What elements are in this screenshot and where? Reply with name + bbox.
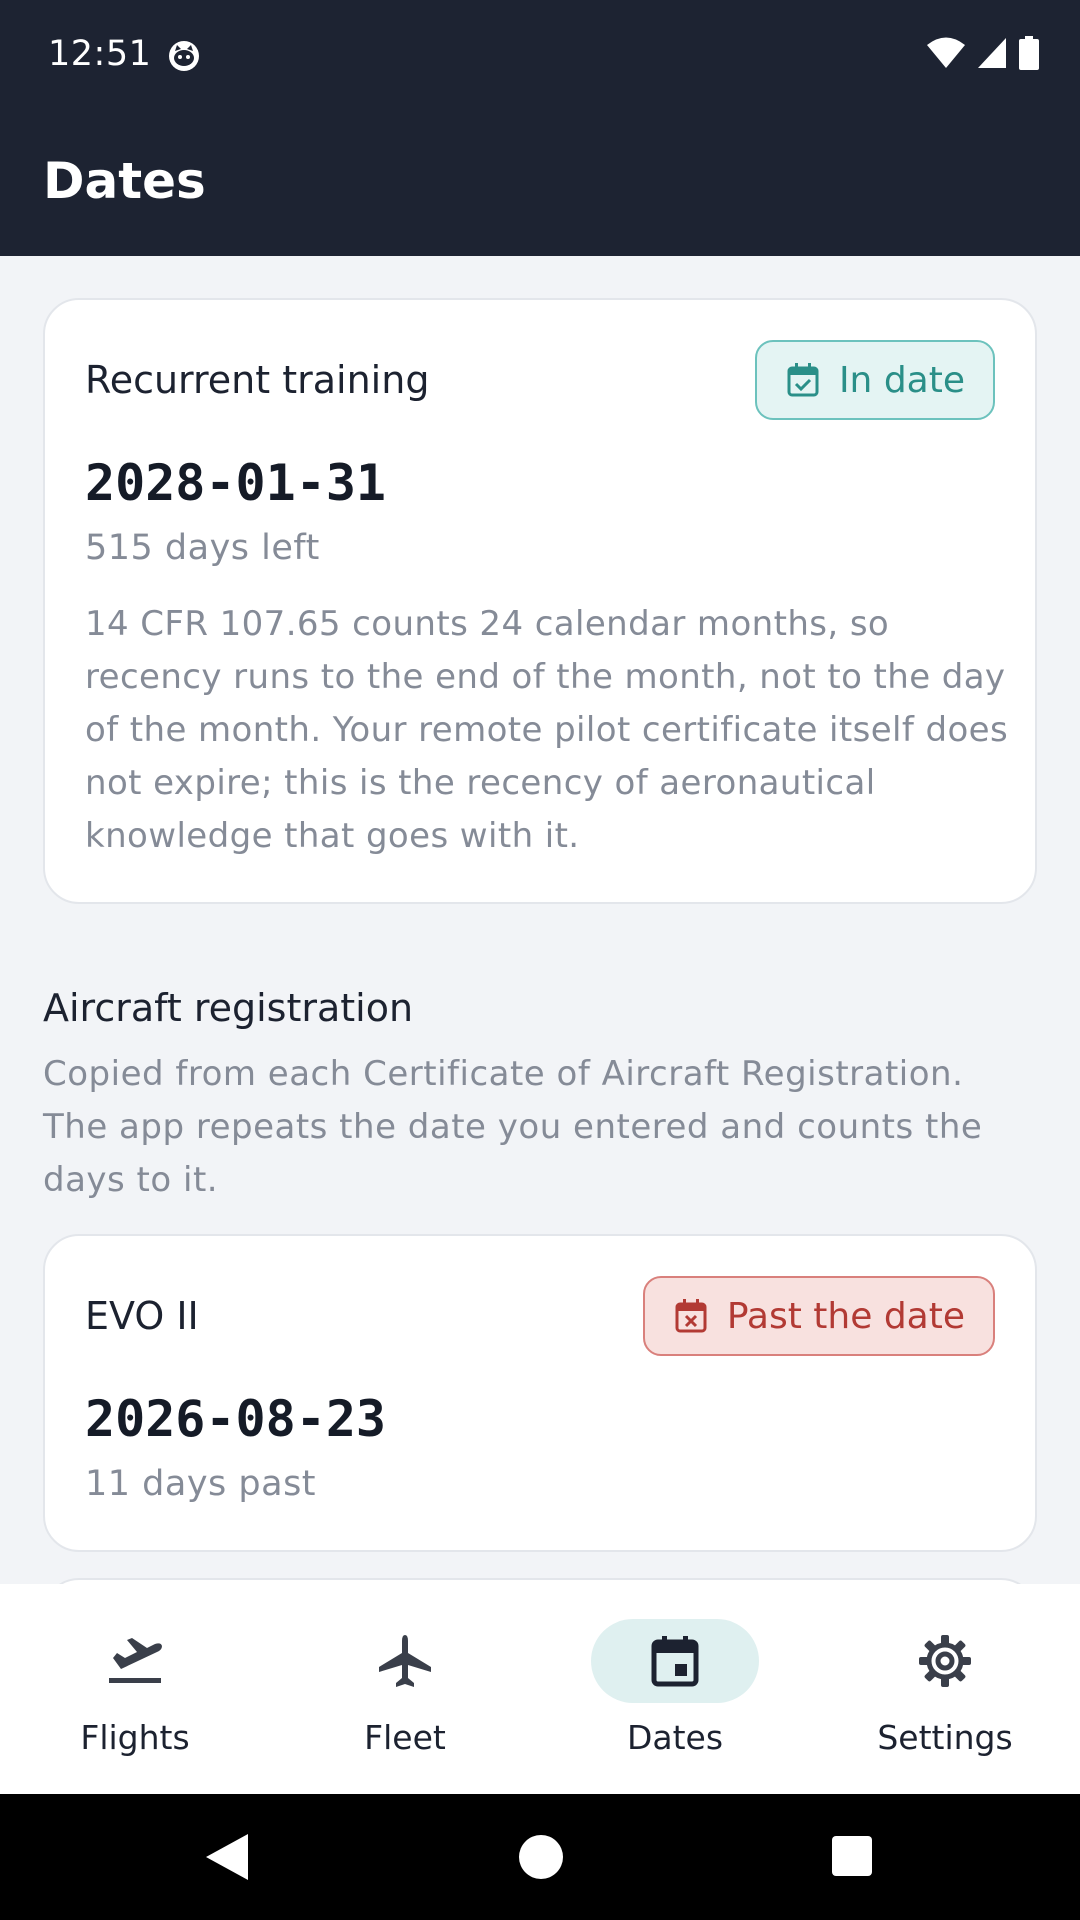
aircraft-registration-heading: Aircraft registration bbox=[43, 986, 414, 1030]
nav-label-fleet: Fleet bbox=[364, 1718, 446, 1757]
aircraft-name: EVO II bbox=[85, 1294, 199, 1338]
recurrent-training-note: 14 CFR 107.65 counts 24 calendar months,… bbox=[85, 604, 1009, 856]
recurrent-training-days: 515 days left bbox=[85, 528, 320, 568]
nav-item-fleet[interactable]: Fleet bbox=[270, 1584, 540, 1794]
aircraft-registration-description: Copied from each Certificate of Aircraft… bbox=[43, 1054, 983, 1200]
gear-icon bbox=[919, 1635, 971, 1687]
calendar-x-icon bbox=[675, 1299, 707, 1333]
battery-icon bbox=[1019, 36, 1039, 70]
aircraft-registration-date: 2026-08-23 bbox=[85, 1390, 387, 1448]
nav-item-flights[interactable]: Flights bbox=[0, 1584, 270, 1794]
aircraft-registration-days: 11 days past bbox=[85, 1464, 317, 1504]
calendar-icon bbox=[651, 1636, 699, 1687]
aircraft-card[interactable]: EVO II Past the date 2026-08-23 11 days … bbox=[43, 1234, 1037, 1552]
nav-label-dates: Dates bbox=[626, 1718, 724, 1757]
past-date-badge-label: Past the date bbox=[726, 1295, 965, 1337]
nav-item-settings[interactable]: Settings bbox=[810, 1584, 1080, 1794]
app-bar: Dates bbox=[0, 110, 1080, 256]
calendar-check-icon bbox=[787, 363, 819, 397]
system-navigation-bar bbox=[0, 1794, 1080, 1920]
status-time: 12:51 bbox=[48, 34, 152, 74]
status-bar: 12:51 bbox=[0, 0, 1080, 110]
page-title: Dates bbox=[43, 152, 206, 210]
past-date-badge: Past the date bbox=[642, 1276, 995, 1356]
home-icon[interactable] bbox=[518, 1834, 564, 1880]
airplane-icon bbox=[379, 1635, 431, 1687]
back-icon[interactable] bbox=[204, 1832, 250, 1882]
cellular-signal-icon bbox=[978, 38, 1006, 68]
bottom-navigation: Flights Fleet Dates Settings bbox=[0, 1584, 1080, 1794]
in-date-badge: In date bbox=[754, 340, 995, 420]
nav-label-settings: Settings bbox=[877, 1718, 1013, 1757]
nav-label-flights: Flights bbox=[80, 1718, 190, 1757]
recurrent-training-date: 2028-01-31 bbox=[85, 454, 387, 512]
cat-notification-icon bbox=[169, 41, 199, 71]
wifi-icon bbox=[927, 37, 965, 68]
nav-item-dates[interactable]: Dates bbox=[540, 1584, 810, 1794]
recents-icon[interactable] bbox=[832, 1836, 872, 1876]
flight-takeoff-icon bbox=[109, 1638, 162, 1683]
in-date-badge-label: In date bbox=[838, 359, 965, 401]
recurrent-training-card[interactable]: Recurrent training In date 2028-01-31 51… bbox=[43, 298, 1037, 904]
recurrent-training-title: Recurrent training bbox=[85, 358, 430, 402]
dates-content[interactable]: Recurrent training In date 2028-01-31 51… bbox=[0, 256, 1080, 1584]
